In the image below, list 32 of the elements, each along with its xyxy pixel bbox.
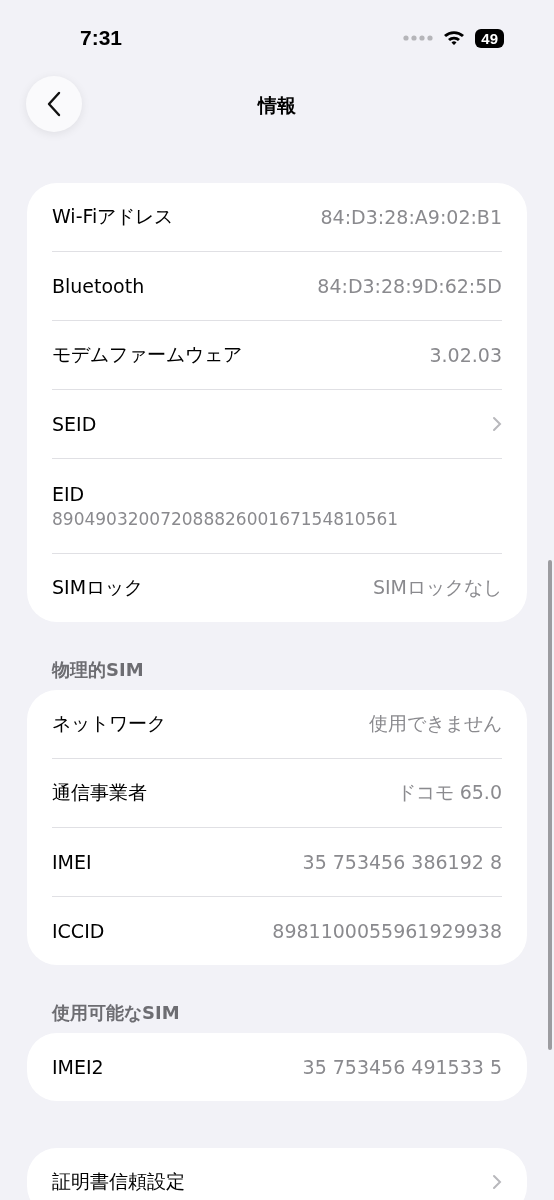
wifi-icon	[443, 30, 466, 46]
row-value: 35 753456 491533 5	[302, 1056, 502, 1078]
row-label: Bluetooth	[52, 275, 145, 297]
row-label: モデムファームウェア	[52, 342, 242, 367]
chevron-icon	[492, 416, 502, 432]
row-value: 使用できません	[369, 711, 502, 736]
row-value: 35 753456 386192 8	[302, 851, 502, 873]
signal-icon	[403, 35, 434, 41]
clock-time: 7:31	[80, 26, 123, 50]
row-value: 3.02.03	[429, 344, 502, 366]
row-value: SIMロックなし	[372, 575, 502, 600]
row-value: ドコモ 65.0	[396, 780, 502, 805]
row-label: IMEI2	[52, 1056, 104, 1078]
row-label: SIMロック	[52, 575, 144, 600]
row-label: IMEI	[52, 851, 92, 873]
page-title: 情報	[258, 93, 296, 118]
back-chevron-icon	[47, 91, 61, 117]
row-label: Wi-Fiアドレス	[52, 204, 174, 229]
row-label: ネットワーク	[52, 711, 166, 736]
row-value: 8981100055961929938	[272, 920, 502, 942]
battery-level: 49	[475, 28, 504, 48]
row-label[interactable]: SEID	[52, 413, 97, 435]
row-label: EID	[52, 483, 85, 505]
row-label[interactable]: 証明書信頼設定	[52, 1169, 185, 1195]
row-value: 84:D3:28:A9:02:B1	[320, 206, 502, 228]
row-value: 84:D3:28:9D:62:5D	[317, 275, 502, 297]
chevron-icon	[492, 1174, 502, 1190]
row-value: 89049032007208882600167154810561	[52, 509, 399, 529]
row-label: 通信事業者	[52, 780, 147, 805]
section-header: 使用可能なSIM	[50, 1001, 181, 1025]
section-header: 物理的SIM	[50, 658, 145, 682]
row-label: ICCID	[52, 920, 105, 942]
